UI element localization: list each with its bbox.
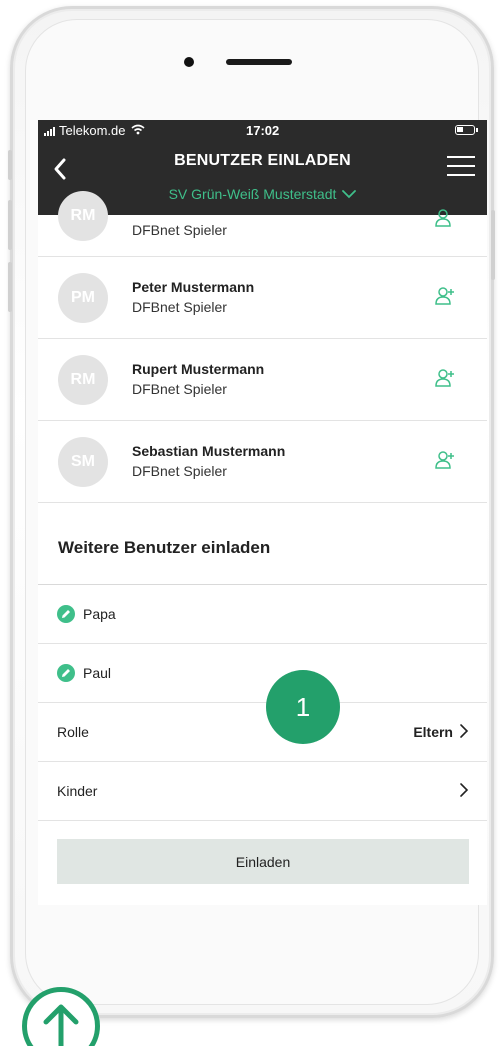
phone-side-button <box>491 210 495 280</box>
add-user-icon[interactable] <box>435 451 455 469</box>
role-selector[interactable]: Rolle Eltern <box>38 703 487 762</box>
wifi-icon <box>131 124 145 138</box>
user-name: Rupert Mustermann <box>132 361 265 377</box>
app-screen: Telekom.de 17:02 BENUTZER EINLADEN SV Gr… <box>38 120 487 905</box>
edit-icon <box>57 664 75 682</box>
status-bar: Telekom.de 17:02 <box>38 120 487 140</box>
list-item[interactable]: PM Peter Mustermann DFBnet Spieler <box>38 257 487 339</box>
content-area: RM DFBnet Spieler PM Peter Mustermann DF… <box>38 191 487 905</box>
earpiece-speaker <box>226 59 292 65</box>
phone-side-button <box>8 150 12 180</box>
carrier-label: Telekom.de <box>59 123 126 138</box>
user-name: Peter Mustermann <box>132 279 255 295</box>
last-name-field[interactable]: Paul <box>38 644 487 703</box>
list-item[interactable]: RM DFBnet Spieler <box>38 191 487 257</box>
role-value: Eltern <box>413 724 453 740</box>
chevron-right-icon <box>460 783 469 797</box>
list-item[interactable]: SM Sebastian Mustermann DFBnet Spieler <box>38 421 487 503</box>
menu-icon[interactable] <box>447 154 475 178</box>
user-list: RM DFBnet Spieler PM Peter Mustermann DF… <box>38 191 487 905</box>
invite-button[interactable]: Einladen <box>57 839 469 884</box>
avatar: RM <box>58 191 108 241</box>
status-left: Telekom.de <box>44 123 145 138</box>
user-name: Sebastian Mustermann <box>132 443 286 459</box>
invite-section-header: Weitere Benutzer einladen <box>38 503 487 585</box>
user-role: DFBnet Spieler <box>132 381 227 397</box>
list-item[interactable]: RM Rupert Mustermann DFBnet Spieler <box>38 339 487 421</box>
avatar: SM <box>58 437 108 487</box>
avatar: RM <box>58 355 108 405</box>
page-title: BENUTZER EINLADEN <box>174 152 351 169</box>
phone-side-button <box>8 200 12 250</box>
invite-button-area: Einladen <box>38 821 487 905</box>
signal-icon <box>44 126 55 136</box>
user-role: DFBnet Spieler <box>132 299 227 315</box>
edit-icon <box>57 605 75 623</box>
first-name-value: Papa <box>83 606 116 622</box>
role-label: Rolle <box>57 724 89 740</box>
arrow-up-icon <box>43 1004 79 1046</box>
chevron-down-icon <box>342 190 357 199</box>
club-name: SV Grün-Weiß Musterstadt <box>168 186 337 202</box>
front-camera <box>184 57 194 67</box>
last-name-value: Paul <box>83 665 112 681</box>
section-title: Weitere Benutzer einladen <box>58 538 271 557</box>
add-user-icon[interactable] <box>435 209 455 227</box>
add-user-icon[interactable] <box>435 369 455 387</box>
nav-bar: BENUTZER EINLADEN SV Grün-Weiß Mustersta… <box>38 140 487 215</box>
step-number-badge: 1 <box>266 670 340 744</box>
children-label: Kinder <box>57 783 98 799</box>
user-role: DFBnet Spieler <box>132 222 227 238</box>
children-selector[interactable]: Kinder <box>38 762 487 821</box>
club-selector[interactable]: SV Grün-Weiß Musterstadt <box>38 186 487 202</box>
add-user-icon[interactable] <box>435 287 455 305</box>
first-name-field[interactable]: Papa <box>38 585 487 644</box>
battery-icon <box>455 125 478 135</box>
avatar: PM <box>58 273 108 323</box>
phone-side-button <box>8 262 12 312</box>
chevron-right-icon <box>460 724 469 738</box>
status-time: 17:02 <box>246 123 280 138</box>
user-role: DFBnet Spieler <box>132 463 227 479</box>
